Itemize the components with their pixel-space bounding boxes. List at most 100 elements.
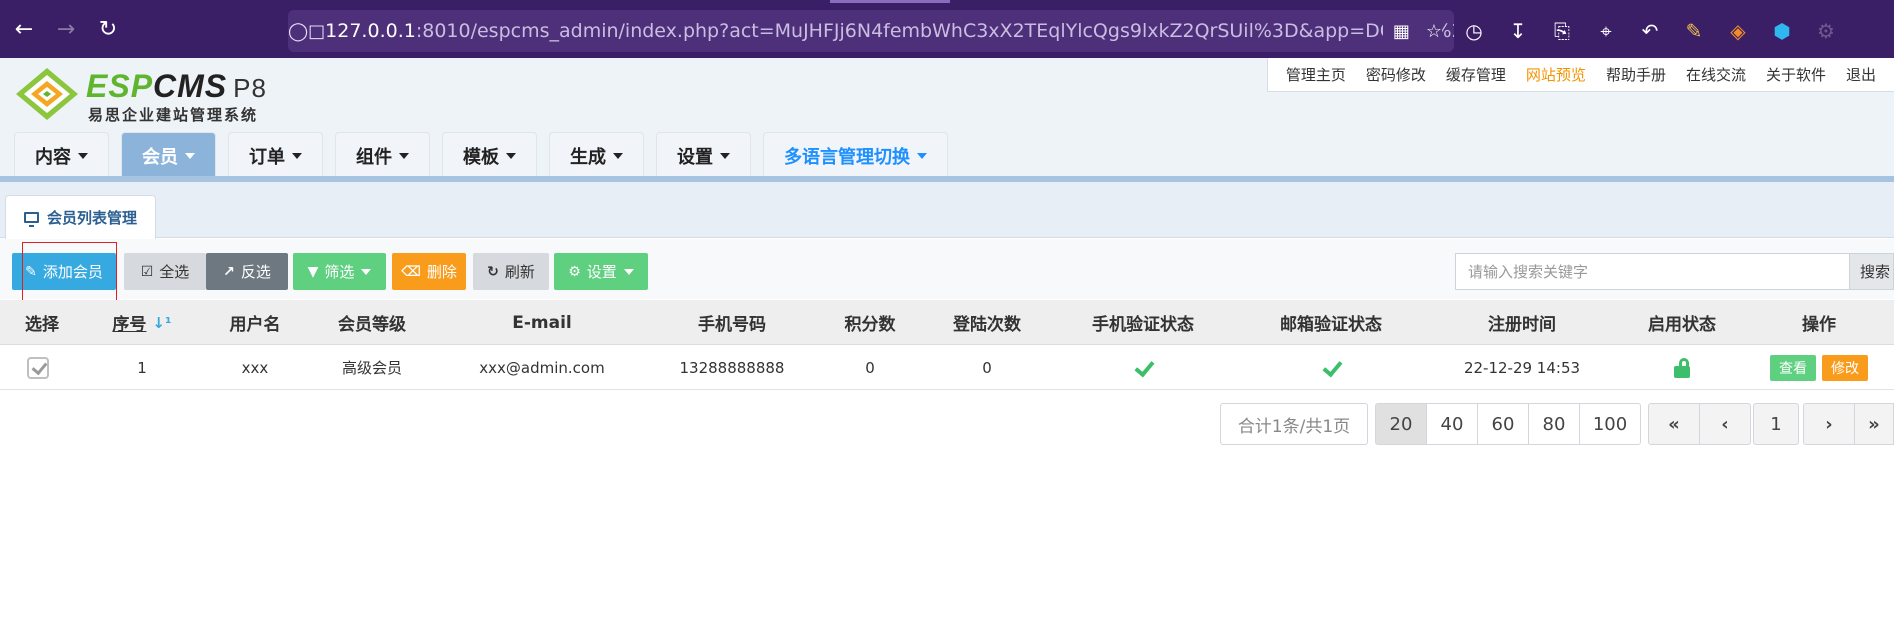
first-page-icon[interactable]: « (1648, 403, 1700, 445)
link-help-manual[interactable]: 帮助手册 (1596, 64, 1676, 85)
check-icon[interactable] (1322, 359, 1340, 377)
cell-enabled[interactable] (1620, 345, 1744, 390)
cell-index: 1 (137, 358, 147, 377)
table-row: 1 xxx 高级会员 xxx@admin.com 13288888888 0 0… (0, 345, 1894, 390)
settings-button[interactable]: ⚙ 设置 (554, 253, 648, 290)
caret-down-icon (917, 152, 927, 159)
crop-icon[interactable]: ⌖ (1594, 19, 1618, 43)
address-bar[interactable]: ◯ □ 127.0.0.1:8010/espcms_admin/index.ph… (288, 10, 1454, 52)
nav-language-switch[interactable]: 多语言管理切换 (763, 132, 948, 178)
nav-components[interactable]: 组件 (335, 132, 430, 178)
row-checkbox[interactable] (0, 345, 76, 390)
qr-code-icon[interactable]: ▦ (1393, 21, 1410, 42)
link-admin-home[interactable]: 管理主页 (1276, 64, 1356, 85)
last-page-icon[interactable]: » (1854, 403, 1894, 445)
page-size-60[interactable]: 60 (1477, 403, 1529, 445)
filter-button[interactable]: ▼ 筛选 (293, 253, 386, 290)
back-icon[interactable]: ← (6, 11, 42, 47)
page-number[interactable]: 1 (1753, 403, 1799, 445)
cell-points: 0 (865, 358, 875, 377)
edit-button[interactable]: 修改 (1822, 354, 1868, 381)
link-logout[interactable]: 退出 (1836, 64, 1886, 85)
forward-icon[interactable]: → (48, 11, 84, 47)
nav-members[interactable]: 会员 (121, 132, 216, 178)
header-email-verified: 邮箱验证状态 (1280, 315, 1382, 335)
nav-templates[interactable]: 模板 (442, 132, 537, 178)
logo-diamond-icon (16, 68, 78, 120)
select-all-button[interactable]: ☑ 全选 (124, 253, 206, 290)
settings-extension-icon[interactable]: ⚙ (1814, 19, 1838, 43)
sort-numeric-icon[interactable]: ↓¹ (152, 314, 171, 332)
view-button[interactable]: 查看 (1770, 354, 1816, 381)
download-icon[interactable]: ↧ (1506, 19, 1530, 43)
next-page-icon[interactable]: › (1803, 403, 1855, 445)
tab-member-list[interactable]: 会员列表管理 (5, 195, 157, 239)
trash-icon: ⌫ (401, 263, 421, 280)
pagination-summary: 合计1条/共1页 (1220, 403, 1368, 445)
filter-icon: ▼ (307, 263, 319, 280)
nav-generate[interactable]: 生成 (549, 132, 644, 178)
extensions-icon[interactable]: ⎘ (1550, 19, 1574, 43)
link-cache-management[interactable]: 缓存管理 (1436, 64, 1516, 85)
link-site-preview[interactable]: 网站预览 (1516, 64, 1596, 85)
share-square-icon: ↗ (223, 263, 235, 280)
refresh-button[interactable]: ↻ 刷新 (473, 253, 549, 290)
browser-toolbar: ← → ↻ ◯ □ 127.0.0.1:8010/espcms_admin/in… (0, 0, 1894, 58)
annotation-highlight-box (22, 242, 117, 304)
header-actions: 操作 (1802, 315, 1836, 335)
undo-icon[interactable]: ↶ (1638, 19, 1662, 43)
editor-extension-icon[interactable]: ✎ (1682, 19, 1706, 43)
cell-registered: 22-12-29 14:53 (1463, 358, 1581, 377)
cell-logins: 0 (982, 358, 992, 377)
check-icon[interactable] (1134, 359, 1152, 377)
reload-icon[interactable]: ↻ (90, 11, 126, 47)
caret-down-icon (720, 152, 730, 159)
caret-down-icon (185, 152, 195, 159)
nav-orders[interactable]: 订单 (228, 132, 323, 178)
header-level: 会员等级 (338, 315, 406, 335)
history-icon[interactable]: ◷ (1462, 19, 1486, 43)
page-size-100[interactable]: 100 (1579, 403, 1641, 445)
caret-down-icon (292, 152, 302, 159)
caret-down-icon (399, 152, 409, 159)
checkbox-icon[interactable] (27, 356, 49, 379)
header-username: 用户名 (229, 315, 281, 335)
cell-email: xxx@admin.com (479, 358, 605, 377)
cell-email-verified[interactable] (1238, 345, 1424, 390)
bookmark-star-icon[interactable]: ☆ (1426, 21, 1442, 42)
delete-button[interactable]: ⌫ 删除 (392, 253, 466, 290)
page-size-40[interactable]: 40 (1426, 403, 1478, 445)
page-icon: □ (308, 20, 326, 42)
table-header: 选择 序号 ↓¹ 用户名 会员等级 E-mail 手机号码 积分数 登陆次数 手机… (0, 300, 1894, 345)
inverse-select-button[interactable]: ↗ 反选 (206, 253, 288, 290)
prev-page-icon[interactable]: ‹ (1699, 403, 1751, 445)
main-nav: 内容 会员 订单 组件 模板 生成 设置 多语言管理切换 (14, 132, 948, 178)
top-links: 管理主页 密码修改 缓存管理 网站预览 帮助手册 在线交流 关于软件 退出 (1266, 58, 1894, 92)
shield-icon: ◯ (288, 20, 309, 42)
header-email: E-mail (512, 312, 572, 333)
gear-icon: ⚙ (568, 263, 581, 280)
header-points: 积分数 (844, 315, 896, 335)
member-table: 选择 序号 ↓¹ 用户名 会员等级 E-mail 手机号码 积分数 登陆次数 手机… (0, 300, 1894, 390)
header-registered: 注册时间 (1488, 315, 1556, 335)
unlock-icon[interactable] (1673, 357, 1691, 378)
nav-content[interactable]: 内容 (14, 132, 109, 178)
link-change-password[interactable]: 密码修改 (1356, 64, 1436, 85)
cube-extension-icon[interactable]: ⬢ (1770, 19, 1794, 43)
header-phone-verified: 手机验证状态 (1092, 315, 1194, 335)
page-size-20[interactable]: 20 (1375, 403, 1427, 445)
caret-down-icon (78, 152, 88, 159)
header-index[interactable]: 序号 ↓¹ (84, 300, 200, 345)
search-input[interactable]: 请输入搜索关键字 (1455, 253, 1850, 290)
page-size-80[interactable]: 80 (1528, 403, 1580, 445)
nav-settings[interactable]: 设置 (656, 132, 751, 178)
cell-phone: 13288888888 (679, 358, 785, 377)
link-about[interactable]: 关于软件 (1756, 64, 1836, 85)
link-online-chat[interactable]: 在线交流 (1676, 64, 1756, 85)
caret-down-icon (623, 268, 634, 275)
cell-username: xxx (241, 358, 269, 377)
fox-extension-icon[interactable]: ◈ (1726, 19, 1750, 43)
header-select: 选择 (25, 315, 59, 335)
cell-phone-verified[interactable] (1048, 345, 1238, 390)
search-button[interactable]: 搜索 (1850, 253, 1894, 290)
